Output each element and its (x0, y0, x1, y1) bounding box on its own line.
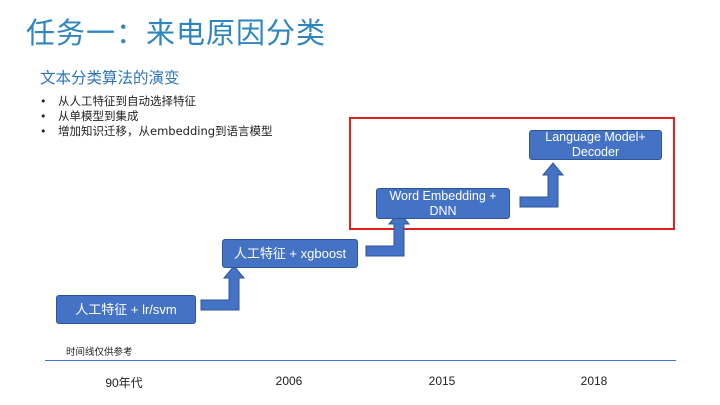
step-arrow-3 (519, 162, 564, 208)
timeline-label-1: 90年代 (105, 376, 143, 390)
timeline-label-2: 2006 (275, 374, 303, 388)
stage-box-2: 人工特征 + xgboost (222, 239, 358, 268)
stage-box-1: 人工特征 + lr/svm (56, 295, 196, 324)
timeline-label-4: 2018 (580, 374, 608, 388)
step-arrow-1 (200, 265, 245, 311)
timeline-axis (45, 360, 676, 361)
timeline-label-3: 2015 (428, 374, 456, 388)
stage-box-4: Language Model+ Decoder (529, 130, 662, 160)
timeline-note: 时间线仅供参考 (66, 347, 133, 358)
stage-box-3: Word Embedding + DNN (376, 188, 510, 219)
